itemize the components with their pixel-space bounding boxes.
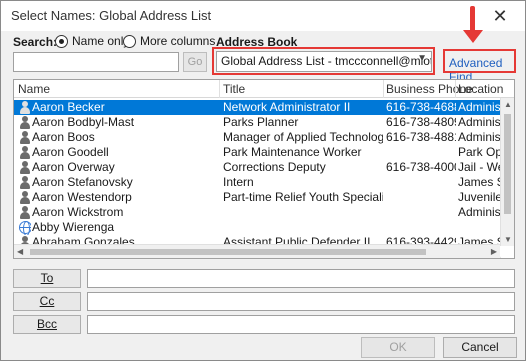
scroll-thumb[interactable]: [504, 114, 511, 214]
row-title: Network Administrator II: [223, 100, 351, 114]
radio-more-columns[interactable]: More columns: [123, 34, 215, 48]
row-name: Aaron Overway: [32, 160, 115, 174]
close-icon[interactable]: ✕: [483, 3, 517, 29]
horizontal-scrollbar[interactable]: ◀ ▶: [14, 244, 500, 258]
row-location: Administra: [458, 100, 502, 114]
scroll-up-icon[interactable]: ▲: [504, 100, 512, 109]
row-name: Aaron Becker: [32, 100, 105, 114]
bcc-field[interactable]: [87, 315, 515, 334]
row-location: James Stree: [458, 175, 502, 189]
table-row[interactable]: Aaron Westendorp Part-time Relief Youth S…: [14, 190, 502, 205]
ok-button[interactable]: OK: [361, 337, 435, 358]
row-location: Administra: [458, 130, 502, 144]
row-location: Park Opera: [458, 145, 502, 159]
radio-on-icon[interactable]: [55, 34, 68, 48]
row-name: Aaron Bodbyl-Mast: [32, 115, 135, 129]
table-row[interactable]: Aaron Boos Manager of Applied Technology 6…: [14, 130, 502, 145]
row-title: Corrections Deputy: [223, 160, 326, 174]
scroll-left-icon[interactable]: ◀: [17, 247, 23, 256]
scroll-thumb[interactable]: [30, 249, 426, 255]
table-row[interactable]: Aaron Stefanovsky Intern James Stree: [14, 175, 502, 190]
to-field[interactable]: [87, 269, 515, 288]
table-row[interactable]: Abby Wierenga: [14, 220, 500, 235]
address-list[interactable]: Name Title Business Phone Location Aaron…: [13, 79, 515, 259]
scroll-right-icon[interactable]: ▶: [491, 247, 497, 256]
dialog-title: Select Names: Global Address List: [11, 8, 212, 23]
column-header-location[interactable]: Location: [458, 82, 503, 96]
row-title: Parks Planner: [223, 115, 299, 129]
globe-icon: [17, 220, 31, 235]
column-divider[interactable]: [383, 80, 384, 98]
row-name: Aaron Westendorp: [32, 190, 132, 204]
cc-field[interactable]: [87, 292, 515, 311]
cancel-button[interactable]: Cancel: [443, 337, 517, 358]
row-name: Aaron Goodell: [32, 145, 109, 159]
bcc-button[interactable]: Bcc: [13, 315, 81, 334]
row-location: Administra: [458, 115, 502, 129]
to-button[interactable]: To: [13, 269, 81, 288]
row-name: Aaron Boos: [32, 130, 95, 144]
row-title: Part-time Relief Youth Specialist: [223, 190, 383, 204]
vertical-scrollbar[interactable]: ▲ ▼: [500, 98, 514, 246]
person-icon: [17, 160, 31, 175]
radio-more-columns-label: More columns: [140, 34, 216, 48]
annotation-highlight-advanced-find: [443, 49, 516, 73]
title-bar: Select Names: Global Address List ✕: [1, 1, 525, 31]
cc-button[interactable]: Cc: [13, 292, 81, 311]
person-icon: [17, 130, 31, 145]
radio-name-only-label: Name only: [72, 34, 130, 48]
radio-off-icon[interactable]: [123, 34, 136, 48]
table-row[interactable]: Aaron Overway Corrections Deputy 616-738-4…: [14, 160, 502, 175]
row-title: Intern: [223, 175, 254, 189]
table-row[interactable]: Aaron Wickstrom Administra: [14, 205, 502, 220]
annotation-highlight-address-book: [212, 47, 435, 75]
column-header-title[interactable]: Title: [223, 82, 245, 96]
person-icon: [17, 205, 31, 220]
scroll-down-icon[interactable]: ▼: [504, 235, 512, 244]
select-names-dialog: Select Names: Global Address List ✕ Sear…: [0, 0, 526, 361]
row-name: Aaron Stefanovsky: [32, 175, 133, 189]
person-icon: [17, 145, 31, 160]
person-icon: [17, 190, 31, 205]
table-row[interactable]: Aaron Bodbyl-Mast Parks Planner 616-738-48…: [14, 115, 502, 130]
search-input[interactable]: [13, 52, 179, 72]
person-icon: [17, 175, 31, 190]
person-icon: [17, 115, 31, 130]
table-row[interactable]: Aaron Becker Network Administrator II 616-…: [14, 100, 502, 115]
person-icon: [17, 100, 31, 115]
table-row[interactable]: Aaron Goodell Park Maintenance Worker Park…: [14, 145, 502, 160]
row-title: Manager of Applied Technology: [223, 130, 383, 144]
column-divider[interactable]: [219, 80, 220, 98]
row-name: Abby Wierenga: [32, 220, 115, 234]
row-location: Jail - West (: [458, 160, 502, 174]
row-phone: 616-738-4000: [386, 160, 456, 174]
row-phone: 616-738-4881: [386, 130, 456, 144]
go-button[interactable]: Go: [183, 52, 207, 72]
column-divider[interactable]: [455, 80, 456, 98]
annotation-arrow-head-icon: [463, 30, 483, 43]
row-phone: 616-738-4809: [386, 115, 456, 129]
row-location: Juvenile De: [458, 190, 502, 204]
list-header: Name Title Business Phone Location: [14, 80, 514, 98]
search-label: Search:: [13, 35, 58, 49]
column-header-name[interactable]: Name: [18, 82, 50, 96]
row-location: Administra: [458, 205, 502, 219]
row-name: Aaron Wickstrom: [32, 205, 124, 219]
row-title: Park Maintenance Worker: [223, 145, 362, 159]
radio-name-only[interactable]: Name only: [55, 34, 129, 48]
row-phone: 616-738-4688: [386, 100, 456, 114]
